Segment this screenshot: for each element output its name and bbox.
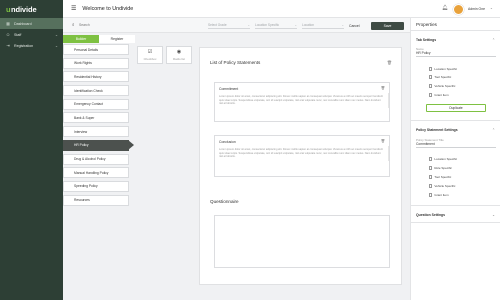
section-item[interactable]: Identification Check	[63, 85, 129, 97]
avatar[interactable]	[453, 3, 464, 15]
builder-tabs: Builder Register	[63, 35, 135, 43]
properties-title: Properties	[416, 22, 437, 27]
nav-item-dashboard[interactable]: ▦ Dashboard	[0, 18, 63, 29]
location-select[interactable]: Location ⌄	[302, 22, 344, 29]
statement-body: Lorem ipsum dolor sit amet, consectetur …	[219, 148, 383, 159]
chevron-up-icon[interactable]: ⌃	[492, 38, 495, 42]
section-item[interactable]: Resources	[63, 194, 129, 206]
user-name[interactable]: Admin One	[468, 7, 485, 11]
divider	[411, 30, 500, 31]
divider	[411, 120, 500, 121]
checkbox-location-specific[interactable]: Location Specific	[429, 67, 457, 71]
divider	[416, 56, 496, 57]
divider	[416, 147, 496, 148]
section-item[interactable]: Bank & Super	[63, 112, 129, 124]
scrollbar[interactable]	[387, 146, 389, 161]
scrollbar[interactable]	[387, 93, 389, 108]
trash-icon[interactable]: 🗑︎	[381, 139, 385, 143]
bell-icon[interactable]: 🔔︎	[442, 5, 448, 11]
nav-label: Registration	[14, 43, 34, 48]
section-item[interactable]: Speeding Policy	[63, 180, 129, 192]
properties-panel: Properties Tab Settings ⌃ Name HR Policy…	[410, 18, 500, 300]
search-icon: ⌕	[72, 22, 75, 27]
registration-icon: ⇥	[6, 43, 10, 48]
policy-statement-title-field[interactable]: Commitment	[416, 142, 435, 146]
tab-register[interactable]: Register	[99, 35, 135, 43]
section-item[interactable]: Residential History	[63, 71, 129, 83]
menu-icon[interactable]: ☰	[71, 5, 76, 12]
nav-item-staff[interactable]: ☺ Staff ⌄	[0, 29, 63, 40]
checkbox-grant-item[interactable]: Grant Item	[429, 193, 449, 197]
questionnaire-title: Questionnaire	[210, 199, 239, 204]
checkbox-icon: ☑	[147, 49, 153, 56]
checkbox-role-specific[interactable]: Role Specific	[429, 166, 452, 170]
trash-icon[interactable]: 🗑︎	[381, 86, 385, 90]
statement-title: Conclusion	[219, 140, 236, 144]
checkbox-tool[interactable]: ☑ Checkbox	[137, 46, 163, 64]
user-icon: ☺	[5, 32, 11, 37]
policy-statements-title: List of Policy Statements	[210, 60, 261, 65]
divider	[411, 222, 500, 223]
save-button[interactable]: Save	[371, 22, 404, 30]
tab-settings-header[interactable]: Tab Settings	[416, 38, 436, 42]
grade-select[interactable]: Select Grade ⌄	[208, 22, 250, 29]
nav-item-registration[interactable]: ⇥ Registration ⌄	[0, 40, 63, 51]
checkbox-vehicle-specific[interactable]: Vehicle Specific	[429, 84, 455, 88]
chevron-down-icon: ⌄	[341, 23, 344, 27]
checkbox-grant-item[interactable]: Grant Item	[429, 93, 449, 97]
statement-card[interactable]: Commitment 🗑︎ Lorem ipsum dolor sit amet…	[214, 82, 390, 122]
chevron-down-icon[interactable]: ⌄	[490, 6, 493, 10]
tab-builder[interactable]: Builder	[63, 35, 99, 43]
question-settings-header[interactable]: Question Settings	[416, 213, 445, 217]
section-item[interactable]: Interview	[63, 126, 129, 138]
name-field[interactable]: HR Policy	[416, 51, 430, 55]
chevron-down-icon: ⌄	[54, 32, 58, 37]
trash-icon[interactable]: 🗑︎	[387, 60, 392, 65]
statement-title: Commitment	[219, 87, 239, 91]
chevron-down-icon: ⌄	[294, 23, 297, 27]
section-item[interactable]: Work Rights	[63, 57, 129, 69]
chevron-up-icon[interactable]: ⌃	[492, 128, 495, 132]
document-canvas: List of Policy Statements 🗑︎ Commitment …	[199, 47, 402, 285]
section-item[interactable]: Manual Handling Policy	[63, 167, 129, 179]
section-list: Personal Details Work Rights Residential…	[63, 44, 135, 206]
checkbox-tool-specific[interactable]: Tool Specific	[429, 75, 451, 79]
left-nav: u ndivide ▦ Dashboard ☺ Staff ⌄ ⇥ Registr…	[0, 0, 63, 300]
section-item[interactable]: Emergency Contact	[63, 98, 129, 110]
top-bar: ☰ Welcome to Undivide 🔔︎ Admin One ⌄	[63, 0, 500, 18]
section-item-active[interactable]: HR Policy	[63, 139, 134, 151]
questionnaire-box[interactable]	[214, 215, 390, 268]
filter-bar: ⌕ Select Grade⌄ Location Specific⌄ Locat…	[63, 18, 410, 33]
policy-statement-settings-header[interactable]: Policy Statement Settings	[416, 128, 458, 132]
duplicate-button[interactable]: Duplicate	[426, 104, 486, 112]
nav-label: Dashboard	[14, 21, 32, 26]
checkbox-vehicle-specific[interactable]: Vehicle Specific	[429, 184, 455, 188]
statement-card[interactable]: Conclusion 🗑︎ Lorem ipsum dolor sit amet…	[214, 135, 390, 177]
chevron-down-icon: ⌄	[247, 23, 250, 27]
divider	[411, 205, 500, 206]
location-specific-select[interactable]: Location Specific ⌄	[255, 22, 297, 29]
statement-body: Lorem ipsum dolor sit amet, consectetur …	[219, 95, 383, 106]
chevron-down-icon: ⌄	[54, 43, 58, 48]
checkbox-tool-specific[interactable]: Tool Specific	[429, 175, 451, 179]
radio-list-tool[interactable]: ◉ Radio list	[166, 46, 192, 64]
section-item[interactable]: Drug & Alcohol Policy	[63, 153, 129, 165]
cancel-button[interactable]: Cancel	[349, 24, 360, 28]
dashboard-icon: ▦	[6, 21, 10, 26]
chevron-down-icon[interactable]: ⌄	[492, 213, 495, 217]
page-title: Welcome to Undivide	[82, 5, 134, 12]
brand-logo[interactable]: u ndivide	[0, 0, 63, 18]
nav-label: Staff	[14, 32, 22, 37]
checkbox-location-specific[interactable]: Location Specific	[429, 157, 457, 161]
radio-icon: ◉	[176, 49, 182, 56]
section-item[interactable]: Personal Details	[63, 44, 129, 55]
search-input[interactable]	[79, 23, 139, 27]
